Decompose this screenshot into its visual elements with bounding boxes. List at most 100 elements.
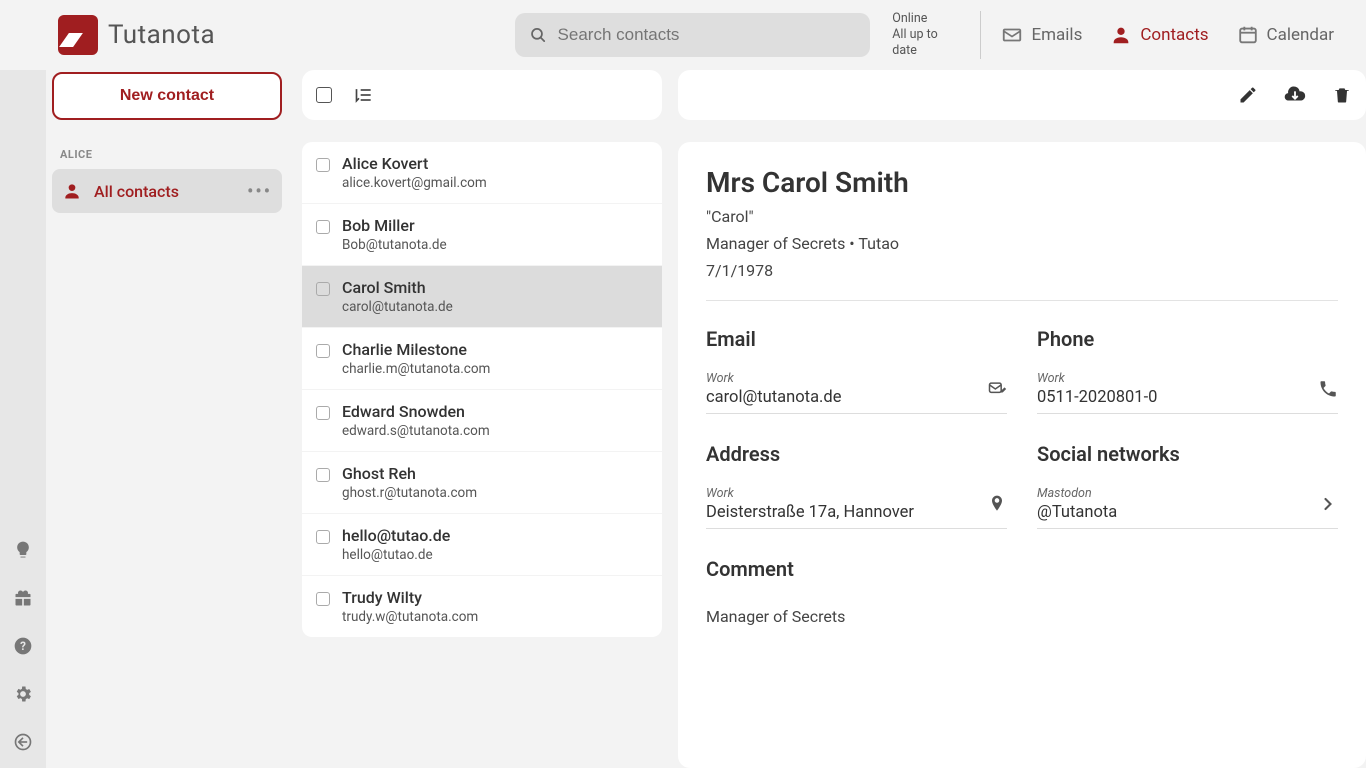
sync-status: Online All up to date (892, 11, 981, 60)
svg-text:?: ? (20, 639, 26, 653)
person-icon (62, 181, 82, 201)
contact-title: Mrs Carol Smith (706, 166, 1338, 199)
contact-row-text: Carol Smith carol@tutanota.de (342, 278, 453, 315)
download-icon[interactable] (1284, 84, 1306, 106)
contact-name: Carol Smith (342, 278, 453, 297)
contact-dob: 7/1/1978 (706, 261, 1338, 280)
contact-row-text: hello@tutao.de hello@tutao.de (342, 526, 450, 563)
field-email-label: Work (706, 371, 977, 386)
contact-row[interactable]: Charlie Milestonecharlie.m@tutanota.com (302, 328, 662, 389)
comment-text: Manager of Secrets (706, 607, 1338, 626)
search-icon (529, 25, 547, 45)
sidebar-item-all-contacts[interactable]: All contacts ••• (52, 169, 282, 213)
contact-email: ghost.r@tutanota.com (342, 485, 477, 501)
nav-contacts-label: Contacts (1140, 25, 1208, 45)
contact-name: Trudy Wilty (342, 588, 478, 607)
contact-nick: "Carol" (706, 207, 1338, 226)
nav-contacts[interactable]: Contacts (1096, 0, 1222, 70)
row-checkbox[interactable] (316, 282, 330, 296)
contact-email: alice.kovert@gmail.com (342, 175, 487, 191)
sort-list-icon[interactable] (354, 85, 374, 105)
divider (706, 300, 1338, 301)
section-email-heading: Email (706, 327, 1007, 351)
select-all-checkbox[interactable] (316, 87, 332, 103)
brand-logo-icon (58, 15, 98, 55)
contact-row[interactable]: Alice Kovert alice.kovert@gmail.com (302, 142, 662, 203)
field-address-label: Work (706, 486, 977, 501)
row-checkbox[interactable] (316, 158, 330, 172)
contact-row[interactable]: Edward Snowdenedward.s@tutanota.com (302, 390, 662, 451)
field-phone-label: Work (1037, 371, 1308, 386)
contact-list-pane: Alice Kovert alice.kovert@gmail.com Bob Mi… (302, 70, 662, 768)
section-address-heading: Address (706, 442, 1007, 466)
contact-name: Ghost Reh (342, 464, 477, 483)
contact-name: Alice Kovert (342, 154, 487, 173)
app-header: Tutanota Online All up to date Emails Co… (0, 0, 1366, 70)
left-rail: ? (0, 70, 46, 768)
nav-calendar-label: Calendar (1267, 25, 1334, 45)
row-checkbox[interactable] (316, 344, 330, 358)
row-checkbox[interactable] (316, 220, 330, 234)
contact-row[interactable]: Ghost Reh ghost.r@tutanota.com (302, 452, 662, 513)
contact-row-text: Edward Snowdenedward.s@tutanota.com (342, 402, 490, 439)
contact-name: hello@tutao.de (342, 526, 450, 545)
contact-row-text: Alice Kovert alice.kovert@gmail.com (342, 154, 487, 191)
detail-toolbar (678, 70, 1366, 120)
mail-icon (1001, 24, 1023, 46)
field-email: Work carol@tutanota.de (706, 369, 1007, 414)
nav-emails-label: Emails (1031, 25, 1082, 45)
sidebar-owner-label: ALICE (60, 148, 282, 161)
settings-icon[interactable] (13, 684, 33, 708)
section-comment: Comment Manager of Secrets (706, 557, 1338, 626)
contact-email: carol@tutanota.de (342, 299, 453, 315)
contact-name: Edward Snowden (342, 402, 490, 421)
contact-role: Manager of Secrets • Tutao (706, 234, 1338, 253)
contact-row-text: Trudy Wiltytrudy.w@tutanota.com (342, 588, 478, 625)
field-social: Mastodon @Tutanota (1037, 484, 1338, 529)
contact-row-text: Bob Miller Bob@tutanota.de (342, 216, 447, 253)
contact-email: hello@tutao.de (342, 547, 450, 563)
contact-email: Bob@tutanota.de (342, 237, 447, 253)
row-checkbox[interactable] (316, 406, 330, 420)
section-comment-heading: Comment (706, 557, 1338, 581)
nav-emails[interactable]: Emails (987, 0, 1096, 70)
list-toolbar (302, 70, 662, 120)
field-email-value: carol@tutanota.de (706, 388, 977, 407)
call-icon[interactable] (1318, 379, 1338, 403)
row-checkbox[interactable] (316, 592, 330, 606)
search-container (515, 13, 870, 57)
field-phone: Work 0511-2020801-0 (1037, 369, 1338, 414)
compose-mail-icon[interactable] (987, 379, 1007, 403)
tip-icon[interactable] (13, 540, 33, 564)
brand-name: Tutanota (108, 20, 215, 50)
field-address-value: Deisterstraße 17a, Hannover (706, 503, 977, 522)
new-contact-button[interactable]: New contact (52, 72, 282, 120)
more-icon[interactable]: ••• (247, 181, 272, 202)
gift-icon[interactable] (13, 588, 33, 612)
contact-row-text: Ghost Reh ghost.r@tutanota.com (342, 464, 477, 501)
nav-calendar[interactable]: Calendar (1223, 0, 1348, 70)
row-checkbox[interactable] (316, 530, 330, 544)
contact-row[interactable]: Carol Smith carol@tutanota.de (302, 266, 662, 327)
delete-icon[interactable] (1332, 85, 1352, 105)
edit-icon[interactable] (1238, 85, 1258, 105)
field-social-label: Mastodon (1037, 486, 1308, 501)
sidebar-item-label: All contacts (94, 182, 179, 201)
status-uptodate: All up to date (892, 27, 962, 60)
contact-row[interactable]: hello@tutao.de hello@tutao.de (302, 514, 662, 575)
search-field[interactable] (515, 13, 870, 57)
section-social: Social networks Mastodon @Tutanota (1037, 442, 1338, 529)
section-email: Email Work carol@tutanota.de (706, 327, 1007, 414)
contact-name: Bob Miller (342, 216, 447, 235)
contact-row[interactable]: Bob Miller Bob@tutanota.de (302, 204, 662, 265)
section-phone: Phone Work 0511-2020801-0 (1037, 327, 1338, 414)
help-icon[interactable]: ? (13, 636, 33, 660)
search-input[interactable] (558, 25, 857, 45)
chevron-right-icon[interactable] (1318, 494, 1338, 518)
contact-row-text: Charlie Milestonecharlie.m@tutanota.com (342, 340, 490, 377)
contact-list: Alice Kovert alice.kovert@gmail.com Bob Mi… (302, 142, 662, 637)
map-pin-icon[interactable] (987, 494, 1007, 518)
logout-icon[interactable] (13, 732, 33, 756)
row-checkbox[interactable] (316, 468, 330, 482)
contact-row[interactable]: Trudy Wiltytrudy.w@tutanota.com (302, 576, 662, 637)
